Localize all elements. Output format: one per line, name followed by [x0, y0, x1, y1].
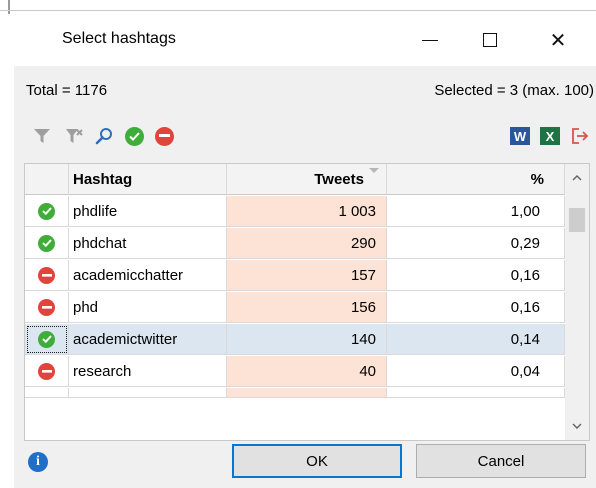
sort-descending-icon: [369, 168, 379, 173]
chevron-down-icon: [572, 423, 582, 429]
hashtag-cell: academictwitter: [69, 324, 227, 355]
minimize-button[interactable]: [406, 14, 454, 66]
hashtag-cell: phd: [69, 292, 227, 323]
info-icon[interactable]: i: [28, 452, 48, 472]
search-icon[interactable]: [92, 124, 116, 148]
exit-icon[interactable]: [568, 124, 592, 148]
svg-text:X: X: [546, 129, 555, 144]
dialog-title: Select hashtags: [62, 30, 176, 47]
selected-check-icon: [38, 202, 55, 220]
table-row[interactable]: phdlife 1 003 1,00: [25, 196, 565, 228]
status-cell[interactable]: [25, 292, 69, 323]
excluded-minus-icon: [38, 266, 55, 284]
hashtag-cell: phdlife: [69, 196, 227, 227]
hashtag-cell: phdchat: [69, 228, 227, 259]
deselect-all-icon[interactable]: [152, 124, 176, 148]
tweets-cell: 290: [227, 228, 387, 259]
chevron-up-icon: [572, 175, 582, 181]
percent-cell: 0,16: [387, 292, 565, 323]
hashtag-cell: [69, 388, 227, 398]
status-cell[interactable]: [25, 324, 69, 355]
status-cell[interactable]: [25, 356, 69, 387]
hashtag-cell: academicchatter: [69, 260, 227, 291]
vertical-scrollbar[interactable]: [565, 164, 589, 440]
svg-text:W: W: [514, 129, 527, 144]
percent-cell: 0,14: [387, 324, 565, 355]
table-row-partial[interactable]: [25, 388, 565, 398]
hashtag-table: Hashtag Tweets % phdlife 1 003 1,00 phdc…: [24, 163, 590, 441]
selected-check-icon: [38, 234, 55, 252]
clear-filter-icon[interactable]: [62, 124, 86, 148]
scroll-down-button[interactable]: [565, 416, 589, 436]
excluded-minus-icon: [38, 362, 55, 380]
cancel-button[interactable]: Cancel: [416, 444, 586, 478]
close-icon: ✕: [549, 28, 567, 52]
tweets-cell: 157: [227, 260, 387, 291]
close-button[interactable]: ✕: [534, 14, 582, 66]
tweets-cell: 140: [227, 324, 387, 355]
maximize-button[interactable]: [466, 14, 514, 66]
percent-cell: 0,04: [387, 356, 565, 387]
tweets-cell: 156: [227, 292, 387, 323]
word-export-icon[interactable]: W: [508, 124, 532, 148]
status-cell[interactable]: [25, 260, 69, 291]
table-row-selected[interactable]: academictwitter 140 0,14: [25, 324, 565, 356]
percent-cell: [387, 388, 565, 398]
minimize-icon: [422, 39, 438, 41]
header-percent-column[interactable]: %: [387, 164, 565, 195]
title-bar: Select hashtags ✕: [14, 14, 596, 66]
scroll-up-button[interactable]: [565, 168, 589, 188]
tweets-cell: 1 003: [227, 196, 387, 227]
maximize-icon: [483, 33, 497, 47]
total-count: Total = 1176: [26, 82, 108, 99]
select-hashtags-dialog: Select hashtags ✕ Total = 1176 Selected …: [14, 14, 596, 488]
status-cell[interactable]: [25, 196, 69, 227]
header-status-column[interactable]: [25, 164, 69, 195]
toolbar: W X: [24, 120, 596, 152]
table-row[interactable]: phdchat 290 0,29: [25, 228, 565, 260]
tweets-cell: [227, 388, 387, 398]
header-hashtag-column[interactable]: Hashtag: [69, 164, 227, 195]
excel-export-icon[interactable]: X: [538, 124, 562, 148]
status-cell[interactable]: [25, 228, 69, 259]
select-all-icon[interactable]: [122, 124, 146, 148]
ok-button[interactable]: OK: [232, 444, 402, 478]
filter-icon[interactable]: [30, 124, 54, 148]
tweets-cell: 40: [227, 356, 387, 387]
selected-count: Selected = 3 (max. 100): [434, 82, 594, 99]
background-window-strip: [0, 0, 596, 14]
percent-cell: 1,00: [387, 196, 565, 227]
percent-cell: 0,16: [387, 260, 565, 291]
excluded-minus-icon: [38, 298, 55, 316]
table-row[interactable]: phd 156 0,16: [25, 292, 565, 324]
background-line: [0, 10, 596, 11]
status-cell: [25, 388, 69, 398]
background-divider: [8, 0, 10, 14]
header-tweets-column[interactable]: Tweets: [227, 164, 387, 195]
percent-cell: 0,29: [387, 228, 565, 259]
table-row[interactable]: research 40 0,04: [25, 356, 565, 388]
selected-check-icon: [38, 330, 55, 348]
hashtag-cell: research: [69, 356, 227, 387]
header-tweets-label: Tweets: [314, 170, 364, 188]
table-header-row: Hashtag Tweets %: [25, 164, 565, 196]
table-row[interactable]: academicchatter 157 0,16: [25, 260, 565, 292]
scrollbar-thumb[interactable]: [569, 208, 585, 232]
